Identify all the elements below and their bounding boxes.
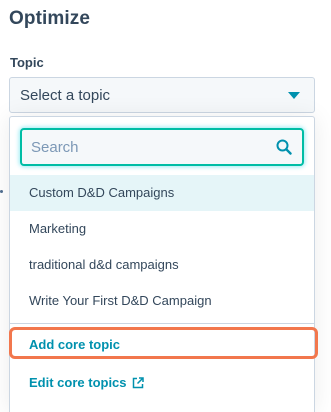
background-bullet [0, 190, 3, 193]
edit-core-topics-label: Edit core topics [29, 375, 127, 390]
topic-select[interactable]: Select a topic [9, 77, 315, 113]
dropdown-option[interactable]: traditional d&d campaigns [10, 247, 314, 283]
search-box [20, 128, 304, 166]
add-core-topic-link[interactable]: Add core topic [10, 328, 316, 362]
dropdown-divider [10, 323, 314, 324]
caret-down-icon [288, 92, 300, 99]
external-link-icon [132, 377, 144, 389]
topic-dropdown-menu: Custom D&D Campaigns Marketing tradition… [9, 116, 315, 412]
section-title: Optimize [9, 8, 91, 29]
topic-select-value: Select a topic [20, 87, 111, 104]
dropdown-option[interactable]: Custom D&D Campaigns [10, 175, 314, 211]
edit-core-topics-link[interactable]: Edit core topics [10, 371, 144, 395]
dropdown-option[interactable]: Marketing [10, 211, 314, 247]
dropdown-option[interactable]: Write Your First D&D Campaign [10, 283, 314, 319]
optimize-panel: Optimize Topic Select a topic Custom D&D… [0, 0, 331, 412]
search-icon[interactable] [276, 139, 292, 155]
topic-label: Topic [10, 55, 44, 70]
search-input[interactable] [22, 130, 302, 164]
